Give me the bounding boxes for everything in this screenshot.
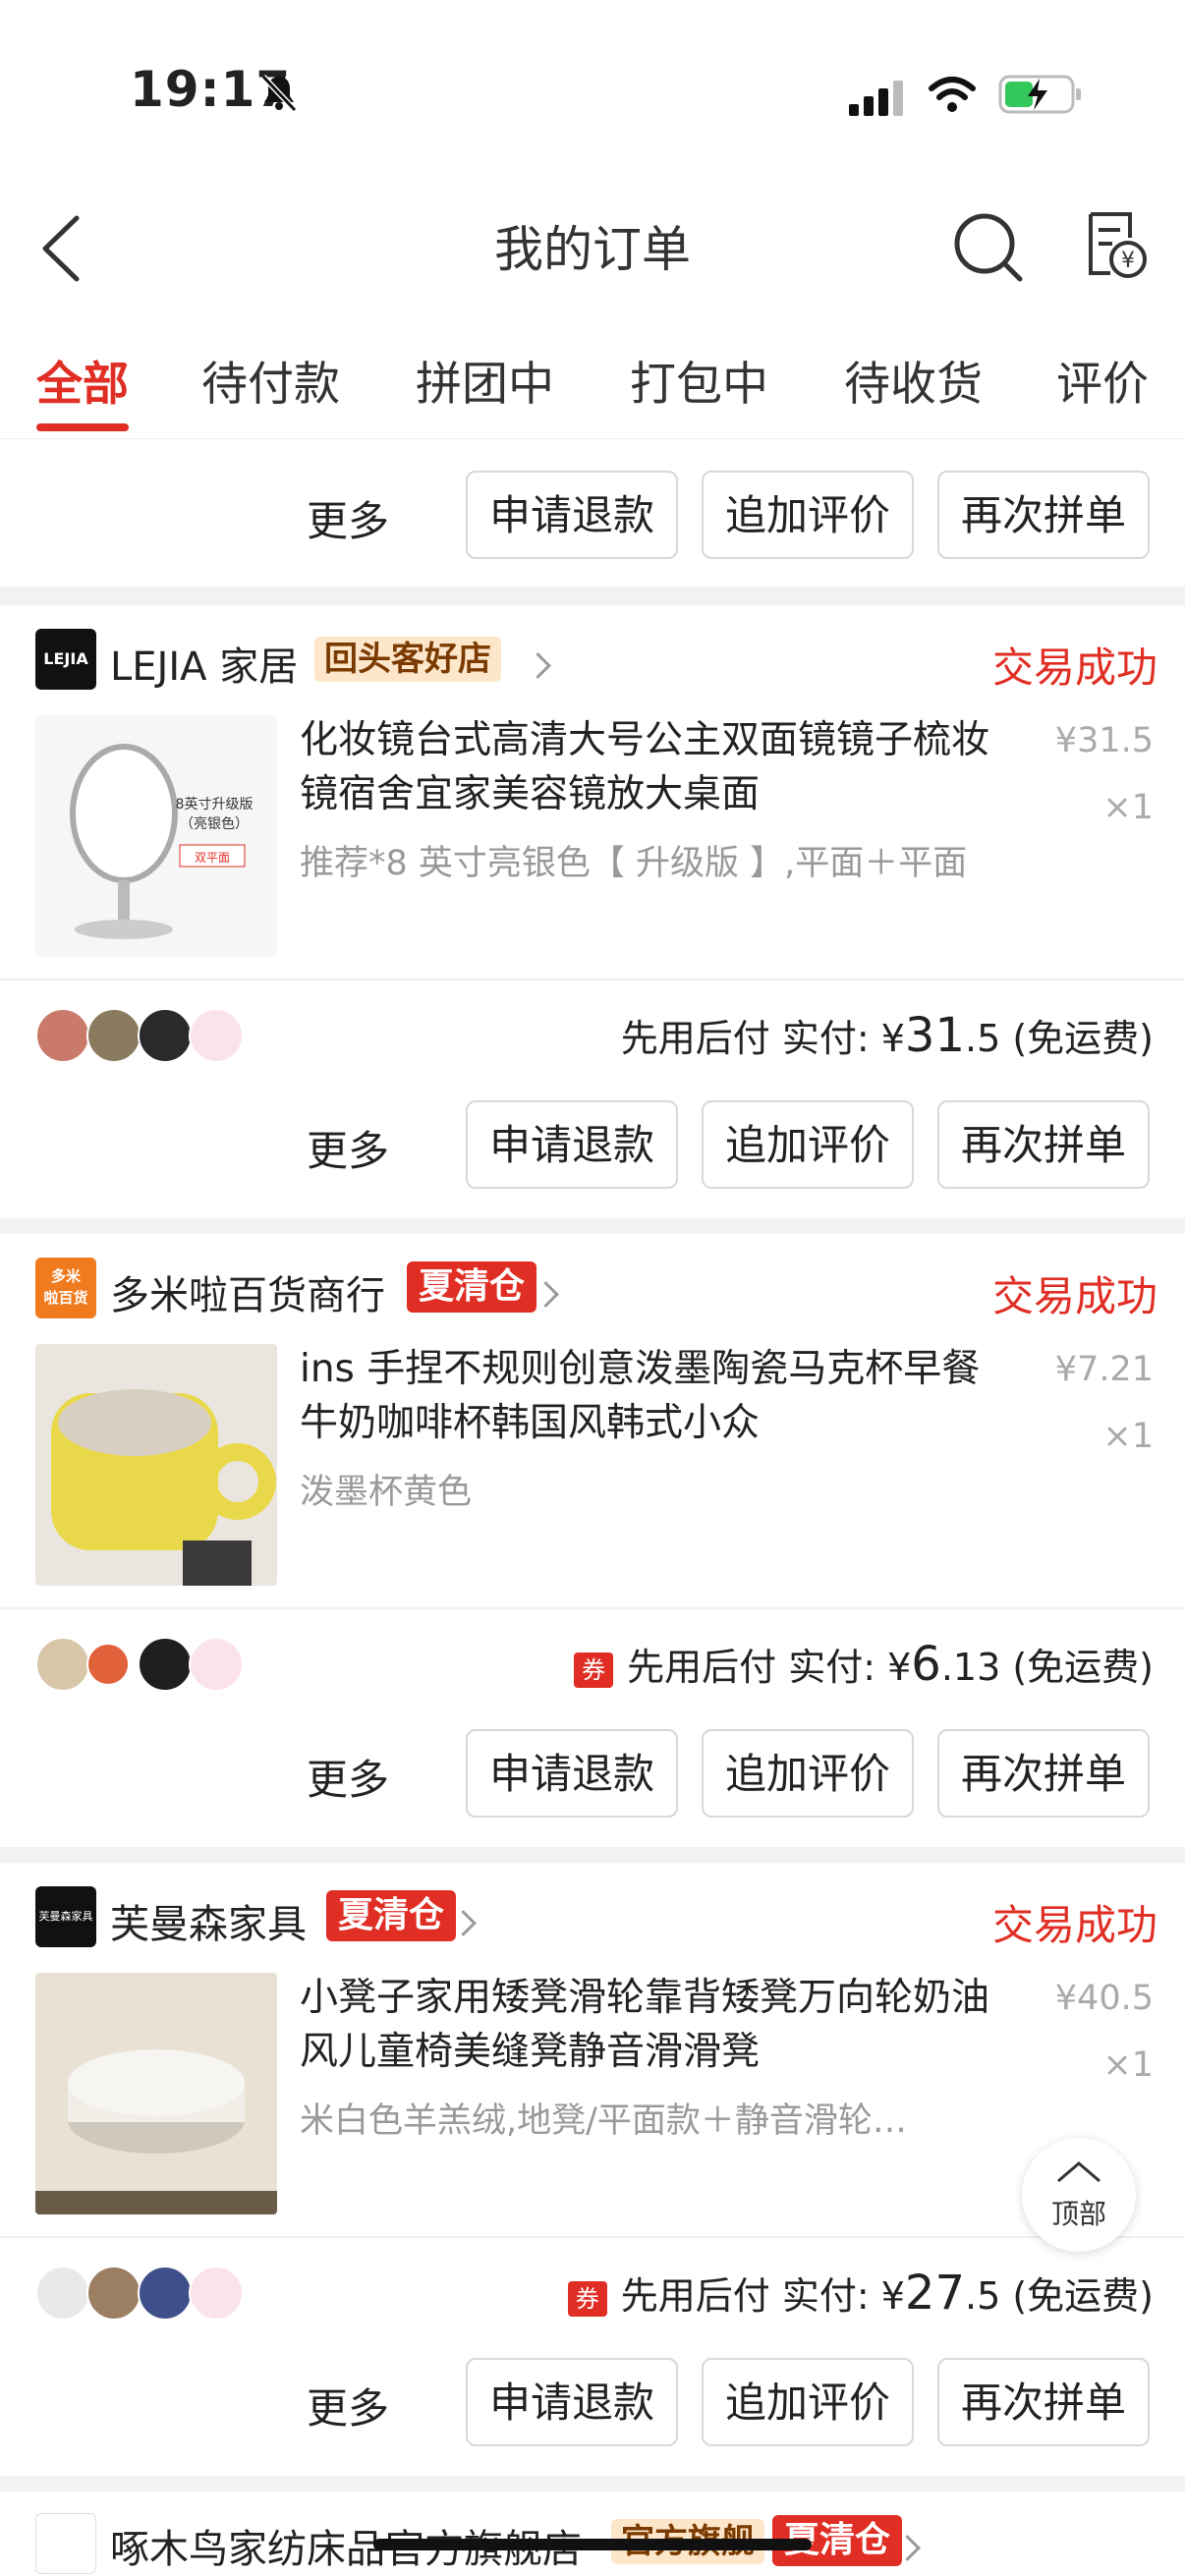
tab-active-indicator bbox=[36, 423, 129, 431]
order-card-partial: 更多 申请退款 追加评价 再次拼单 bbox=[0, 439, 1185, 587]
request-refund-button[interactable]: 申请退款 bbox=[466, 471, 678, 559]
store-name[interactable]: 芙曼森家具 bbox=[110, 1892, 307, 1949]
tab-group-buying[interactable]: 拼团中 bbox=[416, 346, 554, 414]
store-badge: 回头客好店 bbox=[314, 637, 501, 682]
more-button[interactable]: 更多 bbox=[307, 1118, 389, 1178]
divider bbox=[0, 2236, 1185, 2238]
avatar bbox=[86, 1643, 130, 1686]
search-icon[interactable] bbox=[951, 210, 1026, 285]
request-refund-button[interactable]: 申请退款 bbox=[466, 1100, 678, 1189]
product-price: ¥40.5 bbox=[1054, 1979, 1154, 2018]
order-tabs: 全部 待付款 拼团中 打包中 待收货 评价 bbox=[0, 312, 1185, 439]
order-card: 芙曼森家具 芙曼森家具 夏清仓 交易成功 小凳子家用矮凳滑轮靠背矮凳万向轮奶油风… bbox=[0, 1863, 1185, 2476]
avatar bbox=[86, 1008, 141, 1063]
avatar bbox=[86, 2266, 141, 2321]
stool-image bbox=[35, 1973, 277, 2214]
product-title[interactable]: 化妆镜台式高清大号公主双面镜镜子梳妆镜宿舍宜家美容镜放大桌面 bbox=[300, 713, 1007, 821]
mirror-image bbox=[35, 715, 277, 957]
more-button[interactable]: 更多 bbox=[307, 488, 389, 548]
mug-image bbox=[35, 1344, 277, 1586]
store-logo[interactable] bbox=[35, 2513, 96, 2574]
avatar bbox=[138, 1008, 193, 1063]
tab-review[interactable]: 评价 bbox=[1056, 346, 1149, 414]
order-status: 交易成功 bbox=[991, 1272, 1157, 1320]
order-status: 交易成功 bbox=[991, 644, 1157, 692]
back-to-top-button[interactable]: 顶部 bbox=[1022, 2138, 1136, 2252]
store-name[interactable]: 多米啦百货商行 bbox=[110, 1263, 385, 1320]
avatar bbox=[35, 1637, 90, 1692]
svg-text:¥: ¥ bbox=[1121, 249, 1135, 273]
tab-packing[interactable]: 打包中 bbox=[630, 346, 768, 414]
product-image[interactable] bbox=[35, 1344, 277, 1586]
avatar bbox=[35, 1008, 90, 1063]
reorder-button[interactable]: 再次拼单 bbox=[937, 2358, 1150, 2446]
reorder-button[interactable]: 再次拼单 bbox=[937, 1729, 1150, 1818]
store-name[interactable]: LEJIA 家居 bbox=[110, 635, 298, 692]
payment-summary: 先用后付 实付: ¥31.5 (免运费) bbox=[620, 1008, 1154, 1063]
battery-charging-icon bbox=[998, 75, 1081, 114]
coupon-badge: 券 bbox=[567, 2280, 607, 2317]
tab-all[interactable]: 全部 bbox=[36, 346, 129, 414]
status-bar: 19:17 bbox=[0, 0, 1185, 187]
product-sku: 推荐*8 英寸亮银色【 升级版 】,平面＋平面 bbox=[300, 844, 968, 883]
store-logo[interactable]: 芙曼森家具 bbox=[35, 1886, 96, 1947]
product-sku: 泼墨杯黄色 bbox=[300, 1473, 473, 1512]
add-review-button[interactable]: 追加评价 bbox=[702, 471, 914, 559]
request-refund-button[interactable]: 申请退款 bbox=[466, 2358, 678, 2446]
more-button[interactable]: 更多 bbox=[307, 2376, 389, 2436]
home-indicator[interactable] bbox=[373, 2539, 812, 2550]
bill-receipt-icon[interactable]: ¥ bbox=[1081, 208, 1150, 281]
product-sku: 米白色羊羔绒,地凳/平面款＋静音滑轮… bbox=[300, 2101, 907, 2141]
reorder-button[interactable]: 再次拼单 bbox=[937, 1100, 1150, 1189]
divider bbox=[0, 979, 1185, 980]
store-logo[interactable]: LEJIA bbox=[35, 629, 96, 690]
back-to-top-label: 顶部 bbox=[1050, 2198, 1106, 2230]
product-title[interactable]: ins 手捏不规则创意泼墨陶瓷马克杯早餐牛奶咖啡杯韩国风韩式小众 bbox=[300, 1342, 1007, 1450]
order-card-partial-bottom: 啄木鸟家纺床品官方旗舰店 官方旗舰 夏清仓 bbox=[0, 2492, 1185, 2576]
avatar bbox=[35, 2266, 90, 2321]
request-refund-button[interactable]: 申请退款 bbox=[466, 1729, 678, 1818]
avatar bbox=[189, 1008, 244, 1063]
product-qty: ×1 bbox=[1102, 788, 1154, 827]
payment-summary: 券先用后付 实付: ¥27.5 (免运费) bbox=[567, 2266, 1154, 2321]
add-review-button[interactable]: 追加评价 bbox=[702, 2358, 914, 2446]
order-card: 多米 啦百货 多米啦百货商行 夏清仓 交易成功 ins 手捏不规则创意泼墨陶瓷马… bbox=[0, 1234, 1185, 1847]
avatar bbox=[138, 1637, 193, 1692]
product-title[interactable]: 小凳子家用矮凳滑轮靠背矮凳万向轮奶油风儿童椅美缝凳静音滑滑凳 bbox=[300, 1971, 1007, 2079]
store-logo[interactable]: 多米 啦百货 bbox=[35, 1258, 96, 1318]
chevron-up-icon bbox=[1057, 2161, 1100, 2183]
tab-pending-payment[interactable]: 待付款 bbox=[201, 346, 340, 414]
chevron-right-icon bbox=[533, 1281, 559, 1308]
avatar bbox=[138, 2266, 193, 2321]
reorder-button[interactable]: 再次拼单 bbox=[937, 471, 1150, 559]
product-price: ¥31.5 bbox=[1054, 721, 1154, 760]
product-qty: ×1 bbox=[1102, 1417, 1154, 1456]
coupon-badge: 券 bbox=[574, 1652, 614, 1688]
store-badge: 夏清仓 bbox=[407, 1261, 537, 1313]
avatar bbox=[189, 2266, 244, 2321]
add-review-button[interactable]: 追加评价 bbox=[702, 1100, 914, 1189]
order-status: 交易成功 bbox=[991, 1901, 1157, 1949]
cellular-signal-icon bbox=[849, 81, 903, 116]
wifi-icon bbox=[929, 77, 976, 112]
image-tag: 双平面 bbox=[194, 851, 230, 865]
add-review-button[interactable]: 追加评价 bbox=[702, 1729, 914, 1818]
store-badge: 夏清仓 bbox=[326, 1890, 457, 1941]
chevron-right-icon bbox=[525, 652, 551, 679]
more-button[interactable]: 更多 bbox=[307, 1747, 389, 1807]
avatar bbox=[189, 1637, 244, 1692]
tab-to-receive[interactable]: 待收货 bbox=[844, 346, 983, 414]
image-caption: 8英寸升级版 （亮银色） bbox=[175, 797, 254, 832]
product-image[interactable] bbox=[35, 1973, 277, 2214]
divider bbox=[0, 1607, 1185, 1609]
product-qty: ×1 bbox=[1102, 2045, 1154, 2085]
mute-bell-icon bbox=[260, 74, 298, 113]
product-price: ¥7.21 bbox=[1054, 1350, 1154, 1389]
order-card: LEJIA LEJIA 家居 回头客好店 交易成功 8英寸升级版 （亮银色） 双… bbox=[0, 605, 1185, 1218]
product-image[interactable]: 8英寸升级版 （亮银色） 双平面 bbox=[35, 715, 277, 957]
payment-summary: 券先用后付 实付: ¥6.13 (免运费) bbox=[574, 1637, 1154, 1692]
